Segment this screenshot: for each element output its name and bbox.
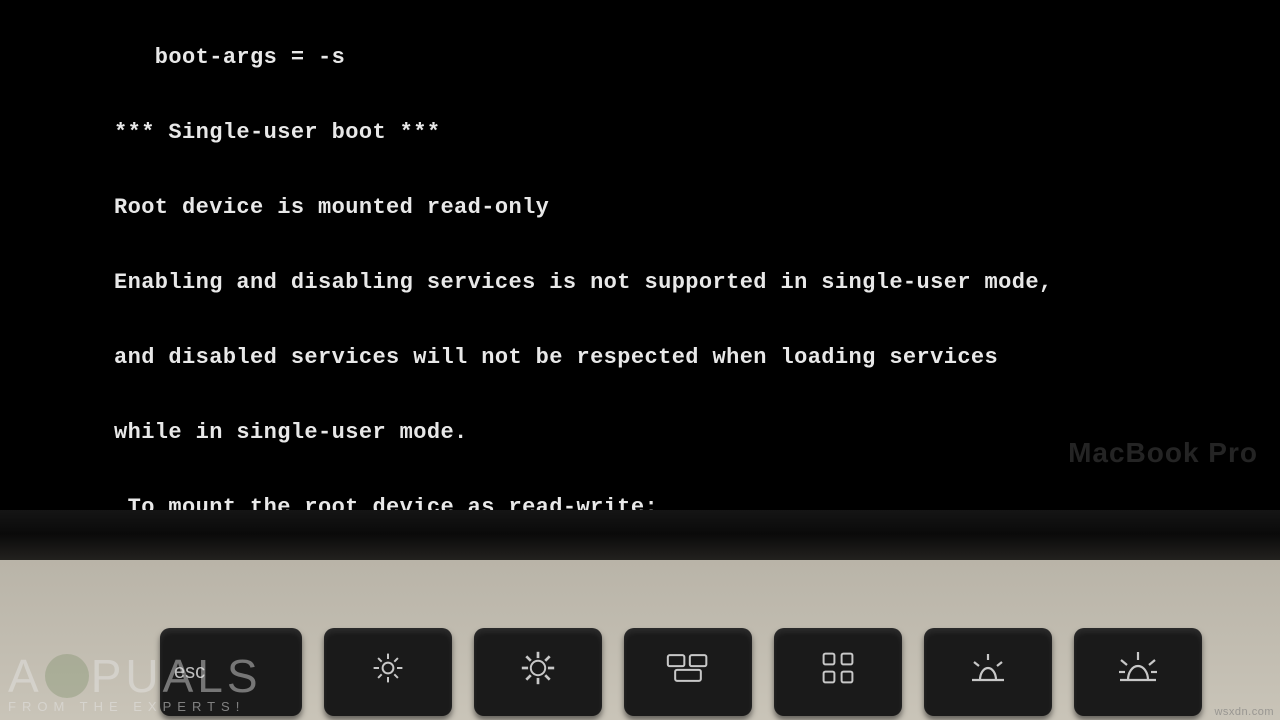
terminal-line: *** Single-user boot *** (114, 120, 1280, 145)
terminal-line: boot-args = -s (114, 45, 1280, 70)
watermark-badge-icon (45, 654, 89, 698)
brightness-up-key[interactable] (474, 628, 602, 716)
laptop-model-label: MacBook Pro (1068, 440, 1258, 465)
terminal-line: Enabling and disabling services is not s… (114, 270, 1280, 295)
launchpad-icon (816, 650, 860, 694)
terminal-screen: boot-args = -s *** Single-user boot *** … (0, 0, 1280, 510)
mission-control-key[interactable] (624, 628, 752, 716)
scene: boot-args = -s *** Single-user boot *** … (0, 0, 1280, 720)
brightness-up-icon (516, 650, 560, 694)
terminal-line: Root device is mounted read-only (114, 195, 1280, 220)
launchpad-key[interactable] (774, 628, 902, 716)
keyboard-backlight-down-key[interactable] (924, 628, 1052, 716)
function-key-row: esc (160, 628, 1202, 716)
keyboard-light-up-icon (1116, 650, 1160, 694)
watermark-tagline: FROM THE EXPERTS! (8, 699, 262, 714)
keyboard-backlight-up-key[interactable] (1074, 628, 1202, 716)
watermark-logo: APUALS (8, 649, 262, 703)
brightness-down-icon (366, 650, 410, 694)
brightness-down-key[interactable] (324, 628, 452, 716)
keyboard-light-down-icon (966, 650, 1010, 694)
watermark: APUALS FROM THE EXPERTS! (8, 649, 262, 714)
source-watermark: wsxdn.com (1214, 706, 1274, 718)
mission-control-icon (666, 650, 710, 694)
terminal-line: and disabled services will not be respec… (114, 345, 1280, 370)
